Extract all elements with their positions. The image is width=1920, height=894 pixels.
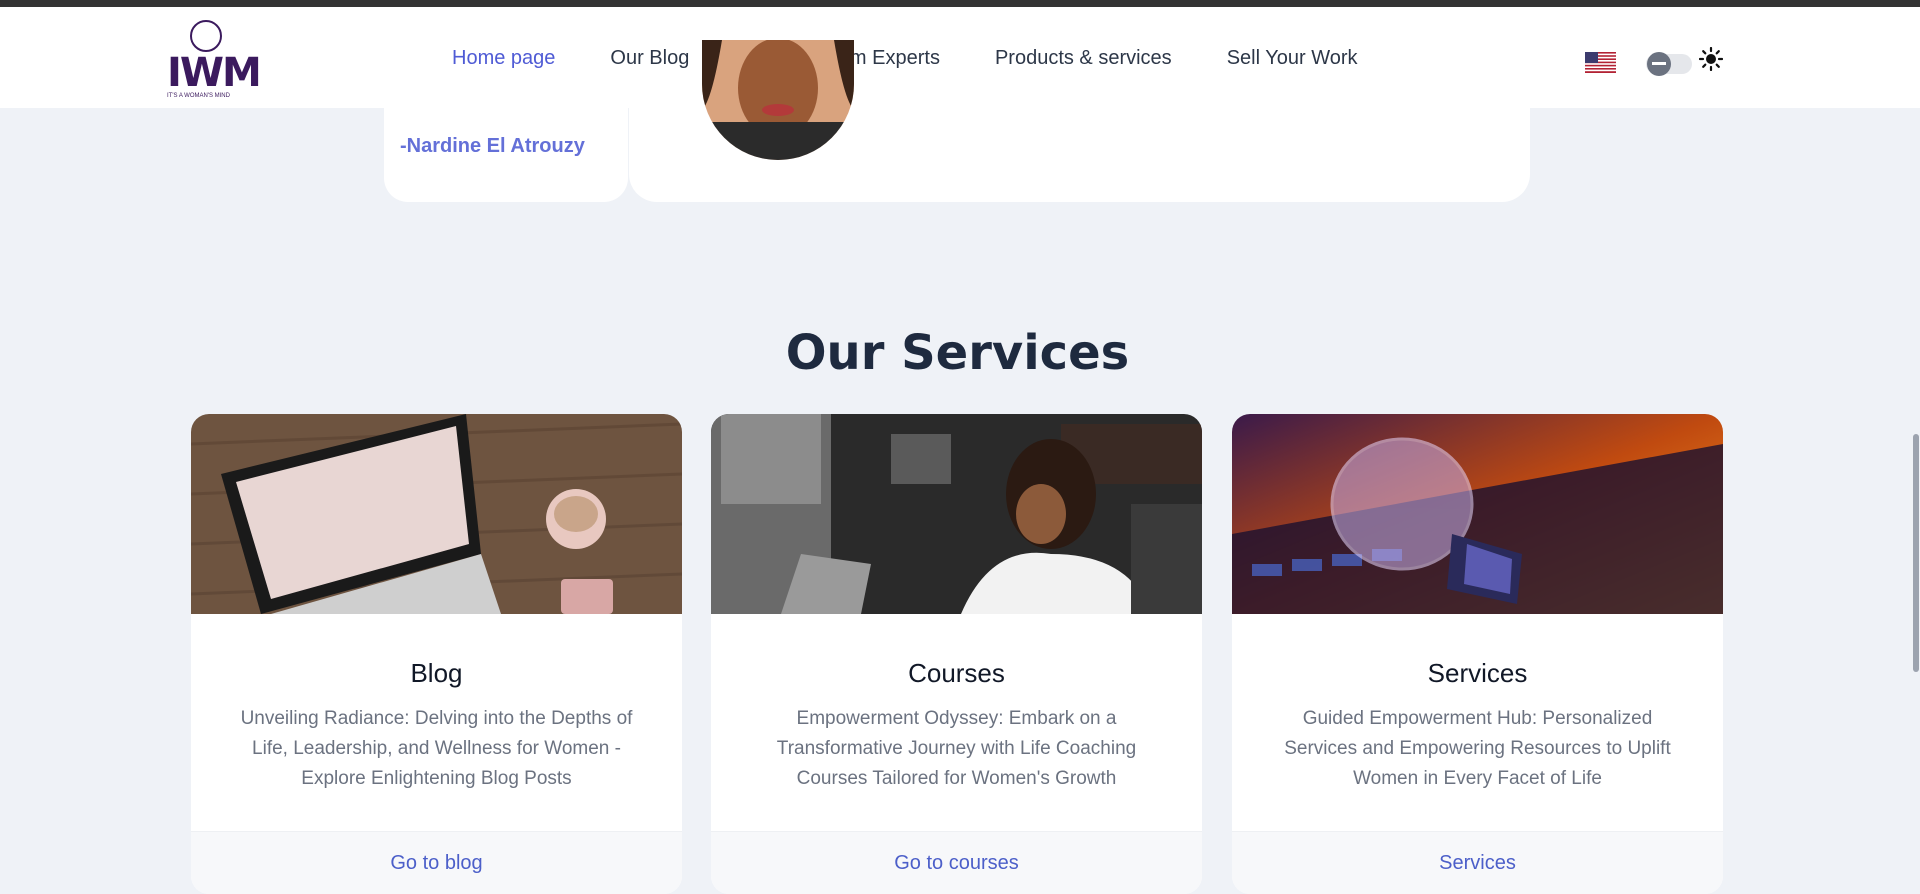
services-link[interactable]: Services [1232, 852, 1723, 875]
testimonial-author: -Nardine El Atrouzy [400, 135, 585, 157]
logo-text: IWM [167, 50, 262, 96]
scrollbar-thumb[interactable] [1913, 434, 1919, 672]
nav-home[interactable]: Home page [452, 47, 555, 70]
lightbulb-keyboard-image [1232, 414, 1723, 614]
card-description: Unveiling Radiance: Delving into the Dep… [240, 708, 633, 789]
nav-products-services[interactable]: Products & services [995, 47, 1172, 70]
nav-sell-work[interactable]: Sell Your Work [1227, 47, 1358, 70]
logo-tagline: IT'S A WOMAN'S MIND [167, 93, 230, 99]
main-nav: Home page Our Blog Advices From Experts … [452, 47, 1413, 70]
service-card-blog: Blog Unveiling Radiance: Delving into th… [191, 414, 682, 894]
service-card-courses: Courses Empowerment Odyssey: Embark on a… [711, 414, 1202, 894]
us-flag-icon[interactable] [1585, 52, 1616, 73]
service-card-services: Services Guided Empowerment Hub: Persona… [1232, 414, 1723, 894]
top-bar [0, 0, 1920, 7]
laptop-coffee-image [191, 414, 682, 614]
logo[interactable]: IWM IT'S A WOMAN'S MIND [165, 18, 262, 102]
card-title: Courses [908, 658, 1005, 688]
theme-toggle[interactable] [1646, 52, 1692, 76]
card-title: Services [1427, 658, 1528, 688]
toggle-knob [1647, 52, 1671, 76]
card-title: Blog [410, 658, 463, 688]
sun-icon[interactable] [1699, 47, 1723, 71]
woman-studying-image [711, 414, 1202, 614]
nav-blog[interactable]: Our Blog [610, 47, 689, 70]
section-title: Our Services [785, 325, 1130, 381]
card-description: Empowerment Odyssey: Embark on a Transfo… [776, 708, 1137, 789]
logo-head-icon [190, 20, 222, 52]
go-to-blog-link[interactable]: Go to blog [191, 852, 682, 875]
go-to-courses-link[interactable]: Go to courses [711, 852, 1202, 875]
card-description: Guided Empowerment Hub: Personalized Ser… [1284, 708, 1671, 789]
